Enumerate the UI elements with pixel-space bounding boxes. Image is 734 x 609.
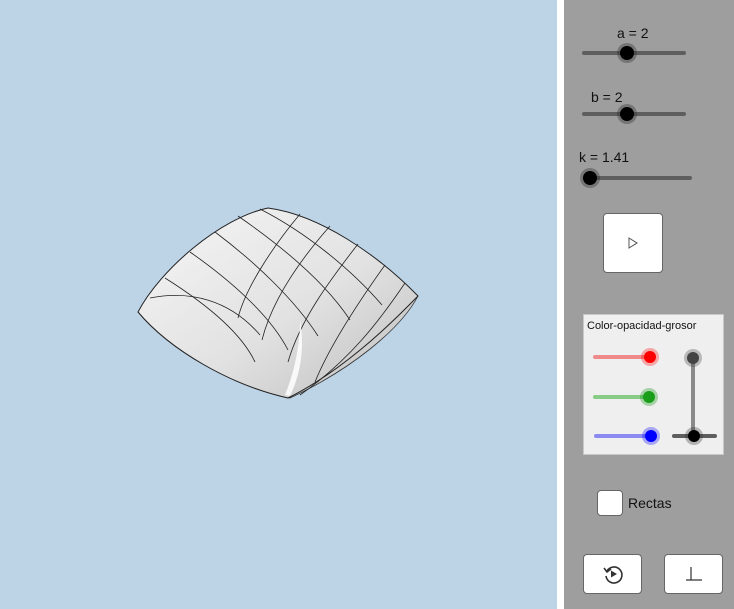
red-slider-track[interactable] xyxy=(593,355,651,359)
pillow-surface xyxy=(137,207,419,399)
graphics-3d-view[interactable] xyxy=(0,0,557,609)
green-slider-knob[interactable] xyxy=(643,391,655,403)
thickness-slider-knob[interactable] xyxy=(688,430,700,442)
panel-divider xyxy=(557,0,564,609)
blue-slider-knob[interactable] xyxy=(645,430,657,442)
slider-k-track[interactable] xyxy=(584,176,692,180)
slider-b-track[interactable] xyxy=(582,112,686,116)
slider-a-track[interactable] xyxy=(582,51,686,55)
opacity-slider-knob[interactable] xyxy=(687,352,699,364)
slider-k-label: k = 1.41 xyxy=(579,149,630,165)
slider-b-knob[interactable] xyxy=(620,107,634,121)
color-panel-title: Color-opacidad-grosor xyxy=(587,320,697,332)
play-icon xyxy=(628,237,638,249)
slider-a-knob[interactable] xyxy=(620,46,634,60)
play-button[interactable] xyxy=(603,213,663,273)
rectas-label: Rectas xyxy=(628,495,672,511)
blue-slider-track[interactable] xyxy=(594,434,652,438)
axes-button[interactable] xyxy=(664,554,723,594)
slider-a-label: a = 2 xyxy=(617,25,649,41)
axes-icon xyxy=(685,567,702,581)
reset-button[interactable] xyxy=(583,554,642,594)
rectas-checkbox[interactable] xyxy=(597,490,623,516)
reset-icon xyxy=(602,566,623,584)
slider-b-label: b = 2 xyxy=(591,89,623,105)
slider-k-knob[interactable] xyxy=(583,171,597,185)
control-panel xyxy=(564,0,734,609)
opacity-slider-track[interactable] xyxy=(691,357,695,435)
red-slider-knob[interactable] xyxy=(644,351,656,363)
color-opacity-thickness-panel: Color-opacidad-grosor xyxy=(583,314,724,455)
